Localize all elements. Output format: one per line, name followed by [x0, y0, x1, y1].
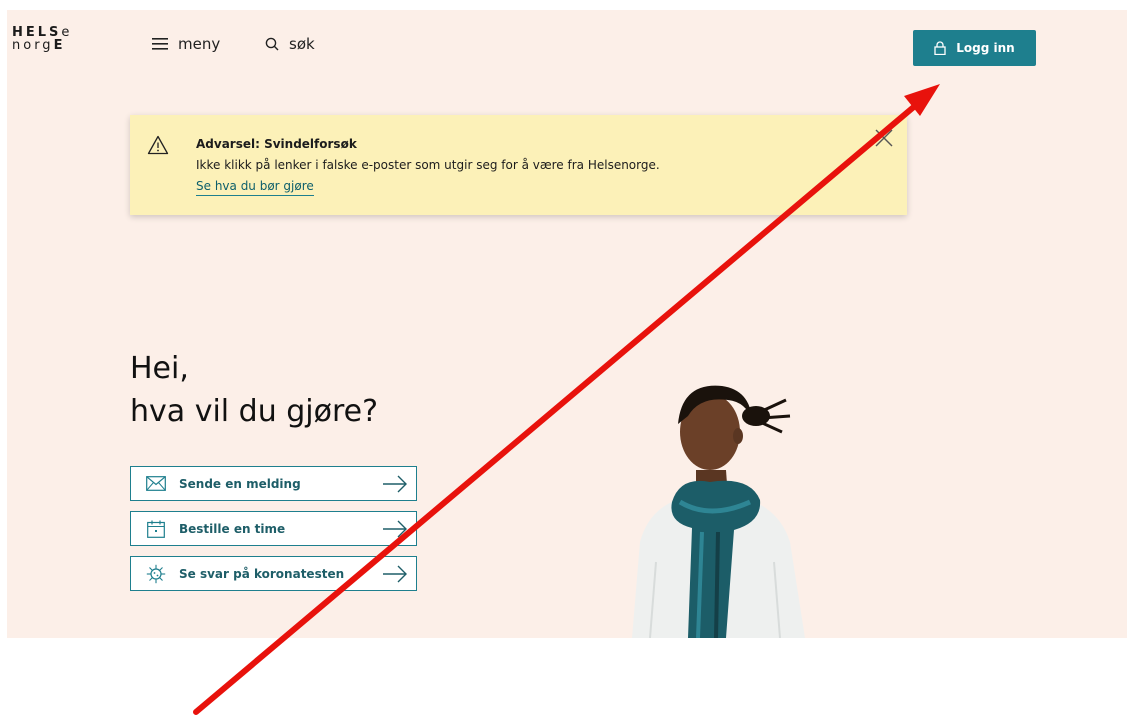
close-icon[interactable] [873, 127, 895, 149]
send-message-button[interactable]: Sende en melding [130, 466, 417, 501]
search-label: søk [289, 35, 315, 53]
logo-text-norg: norg [12, 38, 54, 53]
fraud-alert-banner: Advarsel: Svindelforsøk Ikke klikk på le… [130, 115, 907, 215]
corona-test-label: Se svar på koronatesten [179, 566, 345, 581]
book-appointment-label: Bestille en time [179, 521, 286, 536]
hero-line-1: Hei, [130, 351, 189, 386]
warning-icon [147, 135, 169, 155]
logo-text-E: E [53, 38, 66, 53]
helsenorge-logo[interactable]: HELS e norg E [12, 26, 72, 52]
calendar-icon [143, 518, 169, 540]
lock-icon [934, 41, 946, 55]
search-button[interactable]: søk [265, 35, 315, 53]
alert-link[interactable]: Se hva du bør gjøre [196, 179, 314, 196]
arrow-right-icon [383, 520, 407, 537]
menu-button[interactable]: meny [152, 35, 220, 53]
corona-test-result-button[interactable]: Se svar på koronatesten [130, 556, 417, 591]
search-icon [265, 37, 279, 51]
alert-text: Ikke klikk på lenker i falske e-poster s… [196, 158, 660, 172]
woman-with-scarf-illustration [632, 385, 805, 638]
alert-title: Advarsel: Svindelforsøk [196, 137, 357, 151]
page-title: Hei, hva vil du gjøre? [130, 347, 378, 433]
envelope-icon [143, 473, 169, 495]
arrow-right-icon [383, 565, 407, 582]
send-message-label: Sende en melding [179, 476, 301, 491]
book-appointment-button[interactable]: Bestille en time [130, 511, 417, 546]
virus-icon [143, 563, 169, 585]
login-button[interactable]: Logg inn [913, 30, 1036, 66]
menu-label: meny [178, 35, 221, 53]
login-label: Logg inn [956, 41, 1015, 55]
arrow-right-icon [383, 475, 407, 492]
hero-line-2: hva vil du gjøre? [130, 394, 379, 429]
quick-actions: Sende en melding Bestille en time Se sva… [130, 466, 417, 601]
hamburger-icon [152, 38, 168, 50]
